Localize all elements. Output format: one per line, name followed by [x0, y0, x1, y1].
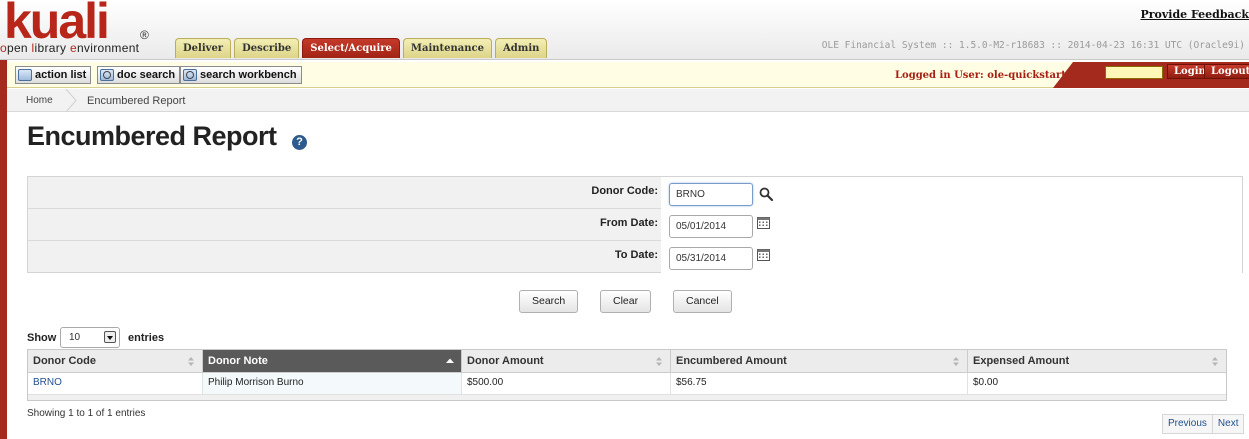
sort-ascending-icon: [446, 358, 454, 363]
login-user-input[interactable]: [1105, 66, 1163, 79]
left-accent-stripe: [0, 60, 7, 439]
previous-page-button[interactable]: Previous: [1163, 415, 1212, 433]
system-info: OLE Financial System :: 1.5.0-M2-r18683 …: [821, 40, 1245, 51]
column-label: Donor Amount: [467, 355, 544, 367]
page-title: Encumbered Report: [27, 121, 277, 151]
doc-search-label: doc search: [117, 69, 176, 81]
provide-feedback-link[interactable]: Provide Feedback: [1140, 8, 1249, 21]
breadcrumb-home[interactable]: Home: [26, 95, 53, 106]
breadcrumb-current: Encumbered Report: [87, 95, 186, 107]
table-info: Showing 1 to 1 of 1 entries: [27, 408, 146, 419]
header: kuali ® open library environment Deliver…: [0, 0, 1249, 60]
table-row: BRNO Philip Morrison Burno $500.00 $56.7…: [28, 373, 1226, 394]
action-list-button[interactable]: action list: [15, 66, 92, 84]
toolbar: action list doc search search workbench …: [7, 62, 1249, 88]
tab-maintenance[interactable]: Maintenance: [402, 38, 492, 58]
help-icon[interactable]: ?: [292, 135, 307, 150]
calendar-icon[interactable]: [757, 217, 770, 229]
donor-code-row: Donor Code:: [28, 177, 1242, 209]
from-date-label: From Date:: [599, 217, 658, 229]
donor-code-cell: BRNO: [28, 373, 203, 394]
sort-both-icon: [656, 357, 662, 366]
breadcrumb: Home Encumbered Report: [7, 89, 1249, 112]
column-label: Donor Code: [33, 355, 96, 367]
to-date-cell: [661, 241, 1242, 273]
tab-select-acquire[interactable]: Select/Acquire: [302, 38, 400, 58]
search-workbench-label: search workbench: [200, 69, 297, 81]
search-workbench-button[interactable]: search workbench: [180, 66, 302, 84]
donor-code-cell: [661, 177, 1242, 209]
action-list-label: action list: [35, 69, 87, 81]
from-date-row: From Date:: [28, 209, 1242, 241]
breadcrumb-chevron-icon: [65, 89, 77, 112]
next-page-button[interactable]: Next: [1211, 415, 1244, 433]
column-header-donor-code[interactable]: Donor Code: [28, 350, 203, 373]
kuali-logo[interactable]: kuali ® open library environment: [0, 0, 160, 60]
sort-both-icon: [1212, 357, 1218, 366]
to-date-label: To Date:: [614, 249, 658, 261]
encumbered-amount-cell: $56.75: [671, 373, 968, 394]
donor-code-link[interactable]: BRNO: [33, 377, 62, 388]
tab-admin[interactable]: Admin: [495, 38, 548, 58]
logged-in-user: Logged in User: ole-quickstart: [895, 70, 1066, 81]
tab-deliver[interactable]: Deliver: [175, 38, 232, 58]
search-button[interactable]: Search: [519, 290, 579, 313]
donor-amount-cell: $500.00: [462, 373, 671, 394]
column-label: Donor Note: [208, 355, 268, 367]
donor-code-input[interactable]: [669, 183, 753, 206]
column-header-encumbered-amount[interactable]: Encumbered Amount: [671, 350, 968, 373]
logo-tagline: open library environment: [0, 41, 140, 55]
results-table: Donor Code Donor Note Donor Amount Encum…: [27, 349, 1227, 401]
to-date-input[interactable]: [669, 247, 753, 270]
doc-search-icon: [100, 69, 114, 81]
clear-button[interactable]: Clear: [600, 290, 652, 313]
sort-both-icon: [953, 357, 959, 366]
logout-button[interactable]: Logout: [1204, 64, 1249, 79]
chevron-down-icon: [104, 331, 116, 343]
workbench-search-icon: [183, 69, 197, 81]
table-scroll-footer: [28, 394, 1226, 400]
cancel-button[interactable]: Cancel: [673, 290, 732, 313]
donor-note-cell: Philip Morrison Burno: [203, 373, 462, 394]
column-label: Expensed Amount: [973, 355, 1070, 367]
calendar-icon[interactable]: [757, 249, 770, 261]
main-tabs: Deliver Describe Select/Acquire Maintena…: [175, 38, 548, 58]
column-header-expensed-amount[interactable]: Expensed Amount: [968, 350, 1226, 373]
from-date-cell: [661, 209, 1242, 241]
donor-code-label: Donor Code:: [591, 185, 658, 197]
page: kuali ® open library environment Deliver…: [0, 0, 1249, 439]
to-date-row: To Date:: [28, 241, 1242, 273]
search-criteria-form: Donor Code: From Date: To Date:: [27, 176, 1243, 273]
sort-both-icon: [188, 357, 194, 366]
column-label: Encumbered Amount: [676, 355, 787, 367]
column-header-donor-amount[interactable]: Donor Amount: [462, 350, 671, 373]
from-date-input[interactable]: [669, 215, 753, 238]
table-header: Donor Code Donor Note Donor Amount Encum…: [28, 350, 1226, 373]
search-icon[interactable]: [759, 187, 773, 201]
show-label: Show: [27, 332, 57, 344]
pagination: Previous Next: [1162, 414, 1245, 434]
column-header-donor-note[interactable]: Donor Note: [203, 350, 462, 373]
tab-describe[interactable]: Describe: [234, 38, 300, 58]
page-size-value: 10: [69, 332, 81, 343]
registered-mark: ®: [140, 28, 149, 42]
doc-search-button[interactable]: doc search: [97, 66, 181, 84]
list-icon: [18, 69, 32, 81]
page-size-select[interactable]: 10: [60, 327, 120, 348]
entries-label: entries: [128, 332, 165, 344]
expensed-amount-cell: $0.00: [968, 373, 1226, 394]
